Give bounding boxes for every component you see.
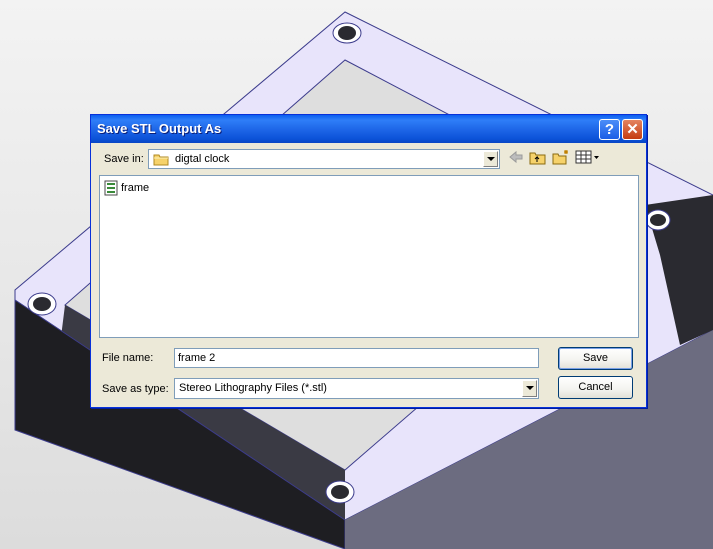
new-folder-icon[interactable] <box>552 149 570 165</box>
close-button[interactable]: ✕ <box>622 119 643 140</box>
screw-hole-bottom <box>325 480 355 504</box>
chevron-down-icon[interactable] <box>522 380 537 397</box>
stl-file-icon <box>104 180 118 196</box>
file-name-label: File name: <box>102 352 154 364</box>
up-folder-icon[interactable] <box>529 149 547 165</box>
folder-icon <box>153 154 169 166</box>
save-as-type-label: Save as type: <box>102 383 169 395</box>
save-stl-dialog: Save STL Output As ? ✕ Save in: digtal c… <box>90 114 647 408</box>
file-name: frame <box>121 182 150 194</box>
save-as-type-dropdown[interactable]: Stereo Lithography Files (*.stl) <box>174 378 539 399</box>
save-button[interactable]: Save <box>558 347 633 370</box>
file-list[interactable]: frame <box>99 175 639 338</box>
save-in-value: digtal clock <box>175 153 230 165</box>
dialog-title: Save STL Output As <box>97 121 222 136</box>
file-name-input-box[interactable] <box>174 348 539 368</box>
screw-hole-right <box>645 209 671 231</box>
save-as-type-value: Stereo Lithography Files (*.stl) <box>179 382 327 394</box>
close-icon: ✕ <box>626 121 639 138</box>
save-in-dropdown[interactable]: digtal clock <box>148 149 500 169</box>
help-icon: ? <box>604 121 615 138</box>
dialog-title-bar[interactable]: Save STL Output As ? ✕ <box>91 115 646 143</box>
save-in-label: Save in: <box>104 153 144 165</box>
help-button[interactable]: ? <box>599 119 620 140</box>
view-menu-icon[interactable] <box>575 149 601 165</box>
file-name-input[interactable] <box>175 349 538 367</box>
screw-hole-top <box>332 22 362 44</box>
screw-hole-left <box>27 292 57 316</box>
cancel-button[interactable]: Cancel <box>558 376 633 399</box>
chevron-down-icon[interactable] <box>483 151 498 167</box>
back-arrow-icon[interactable] <box>507 149 525 165</box>
